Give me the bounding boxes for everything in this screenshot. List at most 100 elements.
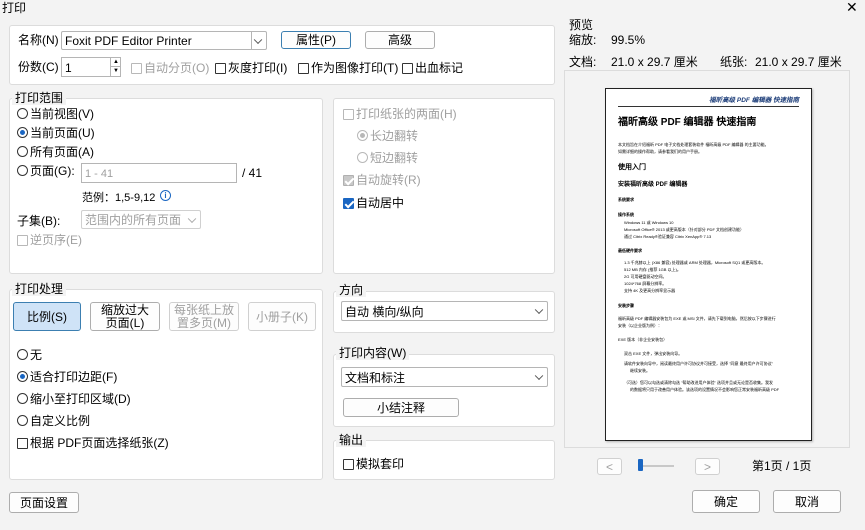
doc-steps-1b: 安装（以企业版为例）： bbox=[618, 323, 662, 328]
tab-tile[interactable]: 缩放过大 页面(L) bbox=[90, 302, 160, 331]
cancel-button[interactable]: 取消 bbox=[773, 490, 841, 513]
page-setup-button[interactable]: 页面设置 bbox=[9, 492, 79, 513]
doc-size-label: 文档: bbox=[569, 55, 597, 69]
summarize-comments-button[interactable]: 小结注释 bbox=[343, 398, 459, 417]
printer-name-value: Foxit PDF Editor Printer bbox=[65, 34, 192, 48]
pages-input[interactable]: 1 - 41 bbox=[81, 163, 237, 183]
preview-page: 福昕高级 PDF 编辑器 快速指南 福昕高级 PDF 编辑器 快速指南 本文档旨… bbox=[605, 88, 812, 441]
grayscale-label: 灰度打印(I) bbox=[228, 61, 288, 75]
doc-hw-2: 512 MB 内存 (推荐 1GB 以上)。 bbox=[624, 267, 681, 272]
doc-hw-4: 1024*768 屏幕分辨率。 bbox=[624, 281, 667, 286]
pages-placeholder: 1 - 41 bbox=[85, 168, 114, 180]
chevron-down-icon bbox=[253, 35, 263, 44]
doc-hw-5: 支持 4K 及更高分辨率显示器 bbox=[624, 288, 676, 293]
doc-hw-3: 2G 可用硬盘驱动空间。 bbox=[624, 274, 667, 279]
preview-area: 福昕高级 PDF 编辑器 快速指南 福昕高级 PDF 编辑器 快速指南 本文档旨… bbox=[564, 70, 850, 448]
doc-os-3: 通过 Citrix Ready®验证兼容 Citrix XenApp® 7.13 bbox=[624, 234, 712, 239]
pages-label: 页面(G): bbox=[30, 164, 75, 178]
reverse-label: 逆页序(E) bbox=[30, 233, 82, 247]
spin-down-icon[interactable]: ▼ bbox=[110, 67, 121, 76]
tab-tile-line1: 缩放过大 bbox=[100, 302, 149, 317]
copies-input[interactable]: 1 ▲ ▼ bbox=[61, 57, 121, 77]
flip-short-radio[interactable] bbox=[357, 152, 368, 163]
reverse-checkbox[interactable] bbox=[17, 235, 28, 246]
as-image-label: 作为图像打印(T) bbox=[311, 61, 399, 75]
auto-rotate-checkbox[interactable] bbox=[343, 175, 354, 186]
subset-select[interactable]: 范围内的所有页面 bbox=[81, 210, 201, 229]
print-handling-title: 打印处理 bbox=[12, 282, 67, 296]
pages-radio[interactable] bbox=[17, 165, 28, 176]
doc-step-n2b: 继续安装。 bbox=[630, 368, 650, 373]
next-page-button[interactable]: > bbox=[695, 458, 720, 475]
bleed-checkbox[interactable] bbox=[402, 63, 413, 74]
simulate-overprint-checkbox[interactable] bbox=[343, 459, 354, 470]
collate-label: 自动分页(O) bbox=[144, 61, 210, 75]
content-value: 文档和标注 bbox=[345, 371, 406, 385]
subset-label: 子集(B): bbox=[17, 214, 61, 228]
doc-section-start: 使用入门 bbox=[618, 164, 646, 171]
content-select[interactable]: 文档和标注 bbox=[341, 367, 548, 387]
current-view-radio[interactable] bbox=[17, 108, 28, 119]
scale-none-label: 无 bbox=[30, 348, 43, 362]
advanced-button[interactable]: 高级 bbox=[365, 31, 435, 49]
current-page-radio[interactable] bbox=[17, 127, 28, 138]
all-pages-label: 所有页面(A) bbox=[30, 145, 94, 159]
doc-hw-1: 1.3 千兆赫以上 (X86 兼容) 处理器或 ARM 处理器，Microsof… bbox=[624, 260, 766, 265]
tab-multiple-line2: 置多页(M) bbox=[177, 315, 231, 330]
shrink-radio[interactable] bbox=[17, 393, 28, 404]
tab-scale[interactable]: 比例(S) bbox=[13, 302, 81, 331]
auto-center-checkbox[interactable] bbox=[343, 198, 354, 209]
page-info: 第1页 / 1页 bbox=[752, 459, 812, 473]
doc-os-title: 操作系统 bbox=[618, 212, 634, 217]
flip-long-radio[interactable] bbox=[357, 130, 368, 141]
tab-multiple[interactable]: 每张纸上放 置多页(M) bbox=[169, 302, 239, 331]
orientation-value: 自动 横向/纵向 bbox=[345, 305, 424, 319]
properties-button[interactable]: 属性(P) bbox=[281, 31, 351, 49]
grayscale-checkbox[interactable] bbox=[215, 63, 226, 74]
doc-header-rule bbox=[618, 106, 799, 107]
doc-hw-title: 最低硬件要求 bbox=[618, 248, 642, 253]
tab-multiple-line1: 每张纸上放 bbox=[173, 302, 234, 317]
current-view-label: 当前视图(V) bbox=[30, 107, 94, 121]
custom-scale-label: 自定义比例 bbox=[30, 414, 91, 428]
doc-intro2: 如需详细的操作帮助，请参看我们的用户手册。 bbox=[618, 149, 702, 154]
both-sides-checkbox[interactable] bbox=[343, 109, 354, 120]
spin-up-icon[interactable]: ▲ bbox=[110, 58, 121, 67]
current-page-label: 当前页面(U) bbox=[30, 126, 95, 140]
doc-step-n3: （可选）您可以勾选或清除勾选 "帮助改进用户体验" 选项并且或无论是否收集。我发 bbox=[624, 380, 774, 385]
choose-paper-checkbox[interactable] bbox=[17, 438, 28, 449]
output-title: 输出 bbox=[336, 433, 367, 447]
page-slider-thumb[interactable] bbox=[638, 459, 643, 471]
doc-steps-title: 安装步骤 bbox=[618, 303, 634, 308]
as-image-checkbox[interactable] bbox=[298, 63, 309, 74]
chevron-down-icon bbox=[534, 371, 544, 381]
chevron-down-icon bbox=[187, 214, 197, 223]
page-slider[interactable] bbox=[638, 465, 674, 467]
ok-button[interactable]: 确定 bbox=[692, 490, 760, 513]
doc-os-2: Microsoft Office® 2013 或更高版本（针对部分 PDF 文档… bbox=[624, 227, 745, 232]
prev-page-button[interactable]: < bbox=[597, 458, 622, 475]
doc-section-install: 安装福昕高级 PDF 编辑器 bbox=[618, 182, 688, 188]
orientation-title: 方向 bbox=[336, 283, 367, 297]
all-pages-radio[interactable] bbox=[17, 146, 28, 157]
scale-none-radio[interactable] bbox=[17, 349, 28, 360]
print-content-title: 打印内容(W) bbox=[336, 346, 410, 360]
collate-checkbox[interactable] bbox=[131, 63, 142, 74]
subset-value: 范围内的所有页面 bbox=[85, 213, 182, 227]
custom-scale-radio[interactable] bbox=[17, 415, 28, 426]
doc-step-n3b: 的数据将只用于改善用户体验。该选项的设置情况不会影响您正常安装福昕高级 PDF bbox=[630, 387, 780, 392]
window-title: 打印 bbox=[2, 1, 27, 15]
info-icon[interactable]: i bbox=[160, 190, 171, 201]
tab-booklet[interactable]: 小册子(K) bbox=[248, 302, 316, 331]
print-range-group bbox=[9, 98, 323, 274]
close-icon[interactable]: ✕ bbox=[846, 0, 858, 14]
zoom-label: 缩放: bbox=[569, 33, 597, 47]
doc-os-1: Windows 11 或 Windows 10 bbox=[624, 220, 674, 225]
printer-select[interactable]: Foxit PDF Editor Printer bbox=[61, 31, 267, 50]
printer-select-divider bbox=[251, 32, 252, 49]
flip-short-label: 短边翻转 bbox=[370, 151, 419, 165]
fit-margins-radio[interactable] bbox=[17, 371, 28, 382]
doc-steps-1: 福昕高级 PDF 编辑器安装包为 EXE 或 MSI 文件，请先下载到电脑，然后… bbox=[618, 316, 776, 321]
orientation-select[interactable]: 自动 横向/纵向 bbox=[341, 301, 548, 321]
zoom-value: 99.5% bbox=[611, 33, 646, 47]
